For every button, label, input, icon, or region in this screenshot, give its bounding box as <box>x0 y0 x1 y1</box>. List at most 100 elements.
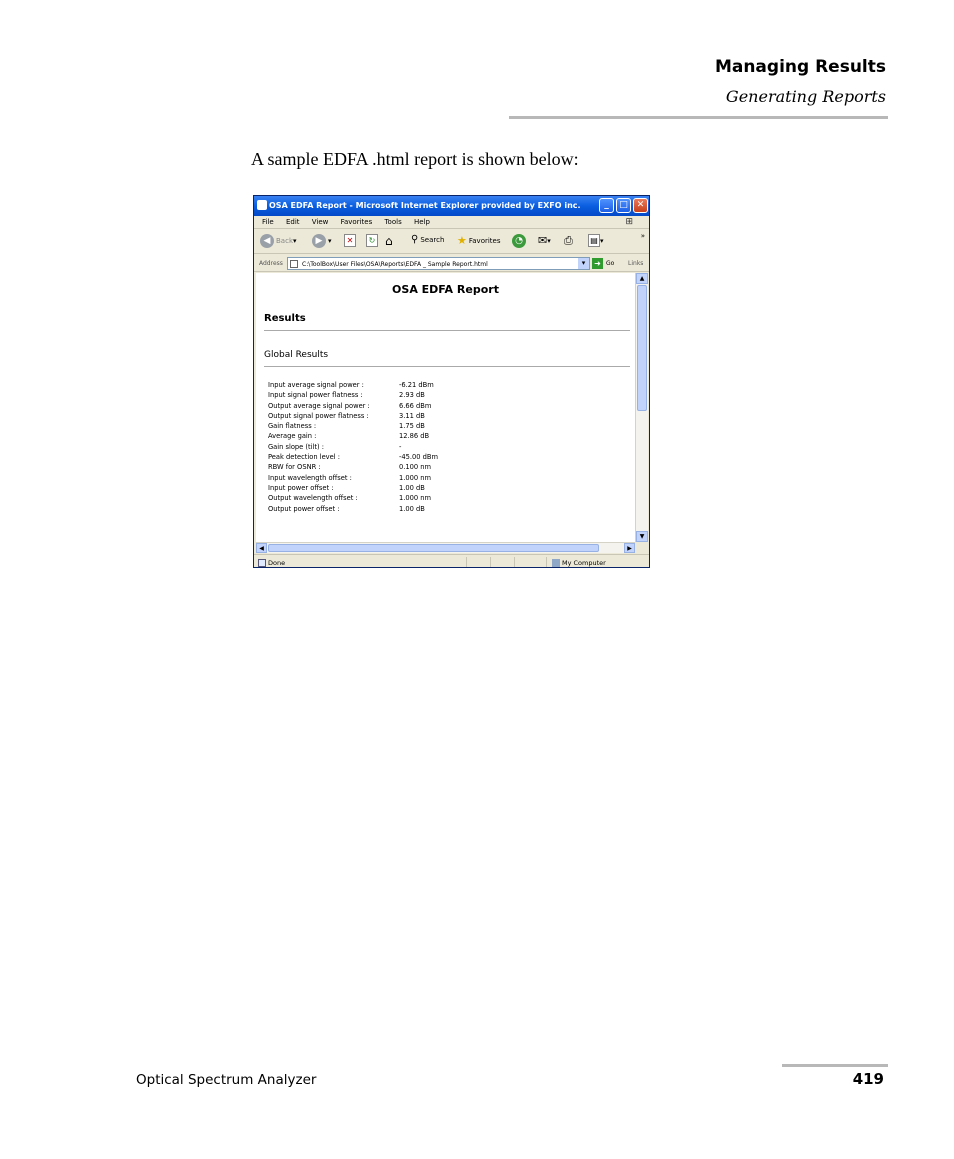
page-done-icon <box>258 559 266 567</box>
table-row: Output wavelength offset : 1.000 nm <box>268 493 468 503</box>
menu-help[interactable]: Help <box>414 218 430 226</box>
param-label: Average gain : <box>268 432 317 441</box>
mail-button[interactable]: ✉ ▾ <box>538 234 551 247</box>
param-value: 12.86 dB <box>399 432 430 441</box>
back-arrow-icon: ◀ <box>260 234 274 248</box>
param-value: 1.75 dB <box>399 422 425 431</box>
param-value: -6.21 dBm <box>399 381 434 389</box>
ie-app-icon <box>257 200 267 210</box>
refresh-button[interactable]: ↻ <box>366 234 378 247</box>
hscroll-thumb[interactable] <box>268 544 599 552</box>
print-icon: ⎙ <box>564 234 573 247</box>
param-value: 1.00 dB <box>399 483 425 492</box>
param-value: 3.11 dB <box>399 411 425 420</box>
param-value: 2.93 dB <box>399 391 425 400</box>
table-row: Gain flatness : 1.75 dB <box>268 421 468 431</box>
param-value: 1.000 nm <box>399 494 432 503</box>
param-value: 0.100 nm <box>399 463 432 472</box>
windows-logo-icon: ⊞ <box>625 217 633 227</box>
param-label: Input average signal power : <box>268 381 364 389</box>
history-button[interactable]: ◔ <box>512 234 528 248</box>
param-value: -45.00 dBm <box>399 453 439 462</box>
window-title: OSA EDFA Report - Microsoft Internet Exp… <box>269 201 581 210</box>
go-arrow-icon: ➜ <box>592 258 603 269</box>
table-row: Input wavelength offset : 1.000 nm <box>268 473 468 483</box>
param-label: Input signal power flatness : <box>268 391 363 400</box>
minimize-icon[interactable]: _ <box>599 198 614 213</box>
global-results-table: Input average signal power : -6.21 dBm Inp… <box>268 380 468 514</box>
scroll-up-icon[interactable]: ▲ <box>636 273 648 284</box>
home-button[interactable]: ⌂ <box>385 234 393 248</box>
window-titlebar: OSA EDFA Report - Microsoft Internet Exp… <box>254 196 649 216</box>
address-bar: Address C:\ToolBox\User Files\OSA\Report… <box>254 255 649 272</box>
menu-bar: File Edit View Favorites Tools Help ⊞ <box>254 216 649 229</box>
param-value: 6.66 dBm <box>399 401 432 410</box>
table-row: Gain slope (tilt) : - <box>268 442 468 452</box>
param-label: Output average signal power : <box>268 401 370 410</box>
param-value: 1.000 nm <box>399 473 432 482</box>
home-icon: ⌂ <box>385 234 393 248</box>
forward-button[interactable]: ▶ ▾ <box>312 234 332 248</box>
table-row: Output signal power flatness : 3.11 dB <box>268 411 468 421</box>
param-label: Gain flatness : <box>268 422 317 431</box>
table-row: Input power offset : 1.00 dB <box>268 483 468 493</box>
param-label: Input power offset : <box>268 483 334 492</box>
section-heading: Results <box>264 313 306 324</box>
param-label: Gain slope (tilt) : <box>268 442 324 451</box>
param-label: RBW for OSNR : <box>268 463 321 472</box>
vertical-scrollbar[interactable]: ▲ ▼ <box>635 273 648 542</box>
print-button[interactable]: ⎙ <box>564 234 573 248</box>
security-zone: My Computer <box>562 559 606 567</box>
address-input[interactable]: C:\ToolBox\User Files\OSA\Reports\EDFA _… <box>287 257 590 270</box>
table-row: Output power offset : 1.00 dB <box>268 504 468 514</box>
running-header-title: Managing Results <box>714 57 886 77</box>
param-label: Output wavelength offset : <box>268 494 358 503</box>
table-row: Input signal power flatness : 2.93 dB <box>268 390 468 400</box>
report-title: OSA EDFA Report <box>392 283 499 296</box>
links-button[interactable]: Links <box>628 260 643 267</box>
table-row: Average gain : 12.86 dB <box>268 431 468 441</box>
running-header-subtitle: Generating Reports <box>725 87 886 106</box>
table-row: Peak detection level : -45.00 dBm <box>268 452 468 462</box>
scroll-thumb[interactable] <box>637 285 647 411</box>
menu-edit[interactable]: Edit <box>286 218 300 226</box>
param-value: - <box>399 442 402 451</box>
scroll-left-icon[interactable]: ◀ <box>256 543 267 553</box>
browser-window-screenshot: OSA EDFA Report - Microsoft Internet Exp… <box>253 195 650 568</box>
page-content: OSA EDFA Report Results Global Results I… <box>256 273 635 542</box>
mail-icon: ✉ <box>538 234 548 247</box>
maximize-icon[interactable]: □ <box>616 198 631 213</box>
param-label: Input wavelength offset : <box>268 473 352 482</box>
forward-arrow-icon: ▶ <box>312 234 326 248</box>
horizontal-scrollbar[interactable]: ◀ ▶ <box>256 542 635 553</box>
go-button[interactable]: ➜ Go <box>592 258 614 269</box>
menu-tools[interactable]: Tools <box>384 218 401 226</box>
param-value: 1.00 dB <box>399 504 425 513</box>
table-row: Input average signal power : -6.21 dBm <box>268 380 468 390</box>
page-icon <box>290 260 298 268</box>
computer-icon <box>552 559 560 567</box>
address-url: C:\ToolBox\User Files\OSA\Reports\EDFA _… <box>302 261 488 268</box>
star-icon: ★ <box>457 234 467 247</box>
menu-file[interactable]: File <box>262 218 274 226</box>
close-icon[interactable]: ✕ <box>633 198 648 213</box>
menu-view[interactable]: View <box>312 218 329 226</box>
scroll-right-icon[interactable]: ▶ <box>624 543 635 553</box>
param-label: Peak detection level : <box>268 453 340 462</box>
toolbar: ◀ Back ▾ ▶ ▾ ✕ ↻ ⌂ ⚲ Search ★ Favorites ◔ ✉ ▾… <box>254 230 649 254</box>
table-row: RBW for OSNR : 0.100 nm <box>268 462 468 472</box>
footer-product: Optical Spectrum Analyzer <box>136 1072 317 1088</box>
search-button[interactable]: ⚲ Search <box>411 234 444 245</box>
intro-paragraph: A sample EDFA .html report is shown belo… <box>251 149 579 169</box>
param-label: Output power offset : <box>268 504 340 513</box>
toolbar-overflow-icon[interactable]: » <box>641 232 645 240</box>
address-dropdown-icon[interactable]: ▾ <box>578 258 589 269</box>
scroll-down-icon[interactable]: ▼ <box>636 531 648 542</box>
history-icon: ◔ <box>512 234 526 248</box>
stop-button[interactable]: ✕ <box>344 234 356 247</box>
favorites-button[interactable]: ★ Favorites <box>457 234 501 247</box>
back-button[interactable]: ◀ Back ▾ <box>260 234 297 248</box>
search-icon: ⚲ <box>411 234 419 245</box>
menu-favorites[interactable]: Favorites <box>341 218 373 226</box>
edit-button[interactable]: ▤ ▾ <box>588 234 604 247</box>
